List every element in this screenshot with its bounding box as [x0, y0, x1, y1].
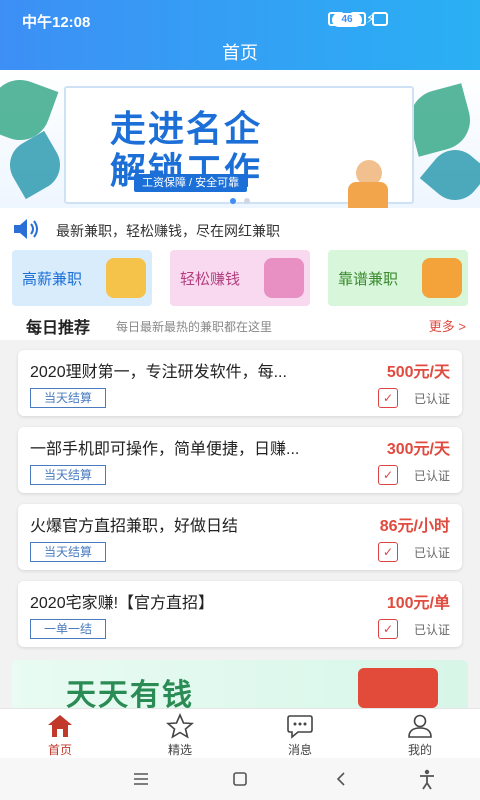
category-easy-money[interactable]: 轻松赚钱 [170, 250, 310, 306]
job-title: 一部手机即可操作，简单便捷，日赚... [30, 441, 300, 458]
more-link[interactable]: 更多 > [429, 316, 466, 335]
tab-label: 精选 [167, 743, 192, 757]
category-high-pay[interactable]: 高薪兼职 [12, 250, 152, 306]
user-icon [408, 714, 432, 738]
bottom-tab-bar: 首页 精选 消息 我的 [0, 708, 480, 758]
star-icon [166, 713, 194, 739]
category-label: 靠谱兼职 [338, 271, 399, 288]
job-price: 100元/单 [386, 595, 450, 612]
job-list: 2020理财第一，专注研发软件，每... 500元/天 当天结算 ✓ 已认证 一… [0, 340, 480, 652]
settlement-badge: 当天结算 [30, 465, 107, 485]
job-card[interactable]: 2020宅家赚!【官方直招】 100元/单 一单一结 ✓ 已认证 [18, 581, 462, 647]
verified-label: 已认证 [413, 546, 450, 560]
tab-home[interactable]: 首页 [20, 711, 100, 759]
person-illustration [348, 182, 388, 208]
section-subtitle: 每日最新最热的兼职都在这里 [116, 320, 273, 334]
settlement-badge: 当天结算 [30, 542, 107, 562]
home-button-icon[interactable] [225, 766, 255, 792]
back-icon[interactable] [326, 766, 356, 792]
notice-text: 最新兼职，轻松赚钱，尽在网红兼职 [56, 223, 280, 239]
hero-banner[interactable]: 走进名企 解锁工作 工资保障 / 安全可靠 [0, 70, 480, 208]
home-icon [48, 715, 72, 737]
job-price: 500元/天 [386, 364, 450, 381]
notice-bar[interactable]: 最新兼职，轻松赚钱，尽在网红兼职 [0, 208, 480, 250]
leaf-decoration [0, 130, 70, 200]
verified-label: 已认证 [413, 469, 450, 483]
promo-text: 天天有钱 [66, 679, 194, 708]
verified-icon: ✓ [378, 465, 398, 485]
promo-banner[interactable]: 天天有钱 [12, 660, 468, 708]
woman-phone-icon [264, 258, 304, 298]
banner-tag: 工资保障 / 安全可靠 [134, 174, 248, 192]
charging-icon: ⚡ [366, 11, 376, 26]
job-title: 2020宅家赚!【官方直招】 [30, 595, 215, 612]
verified-icon: ✓ [378, 388, 398, 408]
category-label: 高薪兼职 [22, 271, 83, 288]
category-reliable[interactable]: 靠谱兼职 [328, 250, 468, 306]
leaf-decoration [403, 83, 477, 157]
verified-label: 已认证 [413, 392, 450, 406]
battery-icon: 46 [332, 13, 362, 27]
verified-icon: ✓ [378, 619, 398, 639]
verified-label: 已认证 [413, 623, 450, 637]
job-card[interactable]: 一部手机即可操作，简单便捷，日赚... 300元/天 当天结算 ✓ 已认证 [18, 427, 462, 493]
job-title: 火爆官方直招兼职，好做日结 [30, 518, 239, 535]
job-price: 86元/小时 [379, 518, 450, 535]
menu-icon[interactable] [126, 766, 156, 792]
message-icon [287, 715, 313, 739]
gift-box-icon [422, 258, 462, 298]
verified-icon: ✓ [378, 542, 398, 562]
page-title: 首页 [0, 40, 480, 70]
status-time: 中午12:08 [22, 14, 91, 31]
category-label: 轻松赚钱 [180, 271, 241, 288]
section-title: 每日推荐 [26, 320, 91, 337]
category-row: 高薪兼职 轻松赚钱 靠谱兼职 [0, 250, 480, 310]
accessibility-icon[interactable] [412, 766, 442, 792]
tab-messages[interactable]: 消息 [260, 711, 340, 759]
carousel-dot[interactable] [230, 198, 236, 204]
money-bag-icon [106, 258, 146, 298]
tab-profile[interactable]: 我的 [380, 711, 460, 759]
system-nav-bar [0, 758, 480, 800]
tab-label: 消息 [287, 743, 312, 757]
carousel-dot[interactable] [244, 198, 250, 204]
status-bar: 中午12:08 46 ⚡ [0, 0, 480, 40]
tab-featured[interactable]: 精选 [140, 711, 220, 759]
job-title: 2020理财第一，专注研发软件，每... [30, 364, 287, 381]
job-card[interactable]: 火爆官方直招兼职，好做日结 86元/小时 当天结算 ✓ 已认证 [18, 504, 462, 570]
speaker-icon [14, 219, 38, 239]
settlement-badge: 一单一结 [30, 619, 107, 639]
settlement-badge: 当天结算 [30, 388, 107, 408]
red-envelope-icon [358, 668, 438, 708]
job-card[interactable]: 2020理财第一，专注研发软件，每... 500元/天 当天结算 ✓ 已认证 [18, 350, 462, 416]
job-price: 300元/天 [386, 441, 450, 458]
leaf-decoration [0, 71, 59, 149]
tab-label: 我的 [407, 743, 432, 757]
daily-recommend-header: 每日推荐 每日最新最热的兼职都在这里 更多 > [0, 310, 480, 340]
tab-label: 首页 [47, 743, 72, 757]
